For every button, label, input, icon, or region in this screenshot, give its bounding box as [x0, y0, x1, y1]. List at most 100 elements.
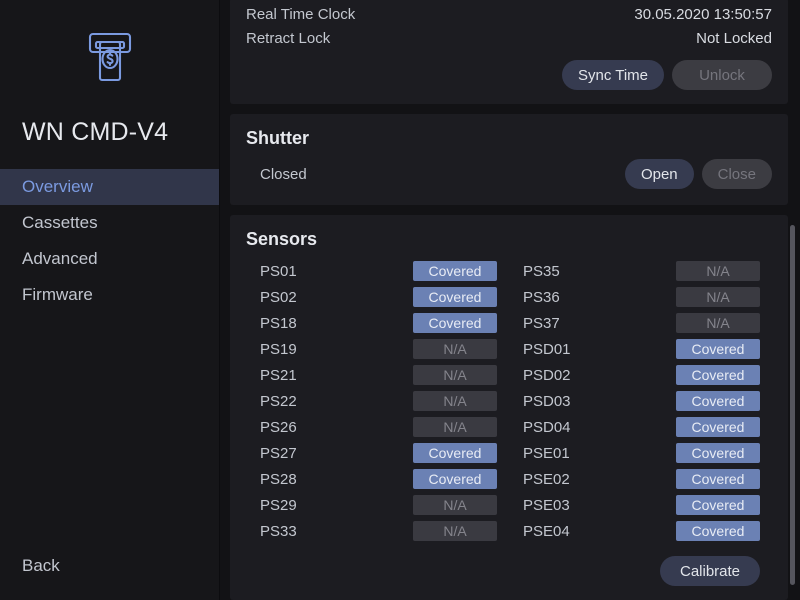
- shutter-open-button[interactable]: Open: [624, 159, 694, 189]
- main-content: Real Time Clock 30.05.2020 13:50:57 Retr…: [220, 0, 800, 600]
- cash-dispenser-icon: [82, 28, 138, 91]
- sensor-status-badge: Covered: [413, 313, 497, 333]
- shutter-panel-title: Shutter: [246, 128, 309, 148]
- sensor-name: PS21: [260, 366, 297, 384]
- sensor-name: PSE04: [523, 522, 570, 540]
- sensor-row: PSD03 Covered: [509, 388, 772, 414]
- sensor-name: PSD01: [523, 340, 571, 358]
- sensor-name: PSD02: [523, 366, 571, 384]
- real-time-clock-value: 30.05.2020 13:50:57: [634, 5, 772, 23]
- sensor-name: PS19: [260, 340, 297, 358]
- shutter-state-value: Closed: [260, 165, 307, 183]
- sensor-row: PSE01 Covered: [509, 440, 772, 466]
- sensors-footer: Calibrate: [246, 556, 772, 586]
- status-panel: Real Time Clock 30.05.2020 13:50:57 Retr…: [230, 0, 788, 104]
- sidebar-footer: Back: [0, 556, 219, 600]
- sidebar-item-label: Firmware: [22, 285, 93, 304]
- sensor-name: PS26: [260, 418, 297, 436]
- sensors-grid: PS01 Covered PS02 Covered PS18 Covered PS19 N/A…: [246, 258, 772, 544]
- retract-lock-label: Retract Lock: [246, 29, 331, 47]
- sensor-name: PS18: [260, 314, 297, 332]
- sensor-name: PS29: [260, 496, 297, 514]
- real-time-clock-label: Real Time Clock: [246, 5, 356, 23]
- sensors-panel: Sensors PS01 Covered PS02 Covered PS18 Covere…: [230, 215, 788, 600]
- sensor-name: PSE03: [523, 496, 570, 514]
- sensor-name: PSE01: [523, 444, 570, 462]
- sensor-row: PS27 Covered: [246, 440, 509, 466]
- sensor-name: PSD03: [523, 392, 571, 410]
- calibrate-button[interactable]: Calibrate: [660, 556, 760, 586]
- sensor-row: PS37 N/A: [509, 310, 772, 336]
- sensor-row: PS19 N/A: [246, 336, 509, 362]
- sidebar-item-label: Overview: [22, 177, 93, 196]
- sensor-row: PS21 N/A: [246, 362, 509, 388]
- sensor-name: PS27: [260, 444, 297, 462]
- sensor-row: PS28 Covered: [246, 466, 509, 492]
- sensor-row: PSE03 Covered: [509, 492, 772, 518]
- sensor-status-badge: Covered: [676, 469, 760, 489]
- sensor-row: PS33 N/A: [246, 518, 509, 544]
- sensor-row: PS26 N/A: [246, 414, 509, 440]
- sidebar-item-advanced[interactable]: Advanced: [0, 241, 219, 277]
- sensor-status-badge: N/A: [413, 495, 497, 515]
- sensor-status-badge: N/A: [676, 261, 760, 281]
- sync-time-button[interactable]: Sync Time: [561, 60, 664, 90]
- application-window: WN CMD-V4 Overview Cassettes Advanced Fi…: [0, 0, 800, 600]
- content-scrollbar[interactable]: [790, 0, 798, 600]
- sensor-row: PSD01 Covered: [509, 336, 772, 362]
- sidebar-item-overview[interactable]: Overview: [0, 169, 219, 205]
- sensor-status-badge: Covered: [676, 417, 760, 437]
- retract-lock-value: Not Locked: [696, 29, 772, 47]
- unlock-button[interactable]: Unlock: [672, 60, 772, 90]
- sensor-row: PS22 N/A: [246, 388, 509, 414]
- sensor-status-badge: Covered: [676, 495, 760, 515]
- sensor-name: PS37: [523, 314, 560, 332]
- sensor-status-badge: N/A: [413, 521, 497, 541]
- sensor-row: PS18 Covered: [246, 310, 509, 336]
- sensor-status-badge: Covered: [413, 443, 497, 463]
- sensor-status-badge: Covered: [676, 521, 760, 541]
- sensor-status-badge: Covered: [676, 443, 760, 463]
- sensor-status-badge: N/A: [676, 287, 760, 307]
- status-panel-actions: Sync Time Unlock: [246, 60, 772, 90]
- back-button[interactable]: Back: [22, 556, 60, 576]
- sensor-name: PS35: [523, 262, 560, 280]
- sidebar-item-label: Cassettes: [22, 213, 98, 232]
- sensor-status-badge: N/A: [676, 313, 760, 333]
- sensor-name: PS28: [260, 470, 297, 488]
- sidebar-nav: Overview Cassettes Advanced Firmware: [0, 169, 219, 556]
- sensors-left-column: PS01 Covered PS02 Covered PS18 Covered PS19 N/A…: [246, 258, 509, 544]
- sensor-status-badge: Covered: [413, 261, 497, 281]
- sensor-status-badge: N/A: [413, 365, 497, 385]
- sensor-row: PSD04 Covered: [509, 414, 772, 440]
- retract-lock-row: Retract Lock Not Locked: [246, 26, 772, 50]
- shutter-actions: Open Close: [624, 159, 772, 189]
- content-scrollbar-thumb[interactable]: [790, 225, 795, 585]
- sensor-name: PSE02: [523, 470, 570, 488]
- sensor-row: PS29 N/A: [246, 492, 509, 518]
- sidebar-item-cassettes[interactable]: Cassettes: [0, 205, 219, 241]
- sensors-panel-title: Sensors: [246, 229, 318, 249]
- sensor-status-badge: Covered: [676, 365, 760, 385]
- shutter-close-button[interactable]: Close: [701, 159, 772, 189]
- sensor-status-badge: Covered: [676, 339, 760, 359]
- sensor-status-badge: Covered: [413, 287, 497, 307]
- sensor-status-badge: N/A: [413, 339, 497, 359]
- clipped-status-row: [246, 0, 772, 2]
- sensor-row: PS01 Covered: [246, 258, 509, 284]
- sensor-name: PS33: [260, 522, 297, 540]
- sensor-row: PSD02 Covered: [509, 362, 772, 388]
- sensor-name: PS01: [260, 262, 297, 280]
- sensor-status-badge: N/A: [413, 391, 497, 411]
- sensor-name: PS36: [523, 288, 560, 306]
- sensor-row: PS02 Covered: [246, 284, 509, 310]
- sensors-right-column: PS35 N/A PS36 N/A PS37 N/A PSD01 Covered PSD02 Co…: [509, 258, 772, 544]
- sensor-row: PSE02 Covered: [509, 466, 772, 492]
- sensor-status-badge: Covered: [676, 391, 760, 411]
- sensor-name: PS02: [260, 288, 297, 306]
- shutter-panel: Shutter Closed Open Close: [230, 114, 788, 205]
- sidebar: WN CMD-V4 Overview Cassettes Advanced Fi…: [0, 0, 220, 600]
- sensor-name: PS22: [260, 392, 297, 410]
- real-time-clock-row: Real Time Clock 30.05.2020 13:50:57: [246, 2, 772, 26]
- sidebar-item-firmware[interactable]: Firmware: [0, 277, 219, 313]
